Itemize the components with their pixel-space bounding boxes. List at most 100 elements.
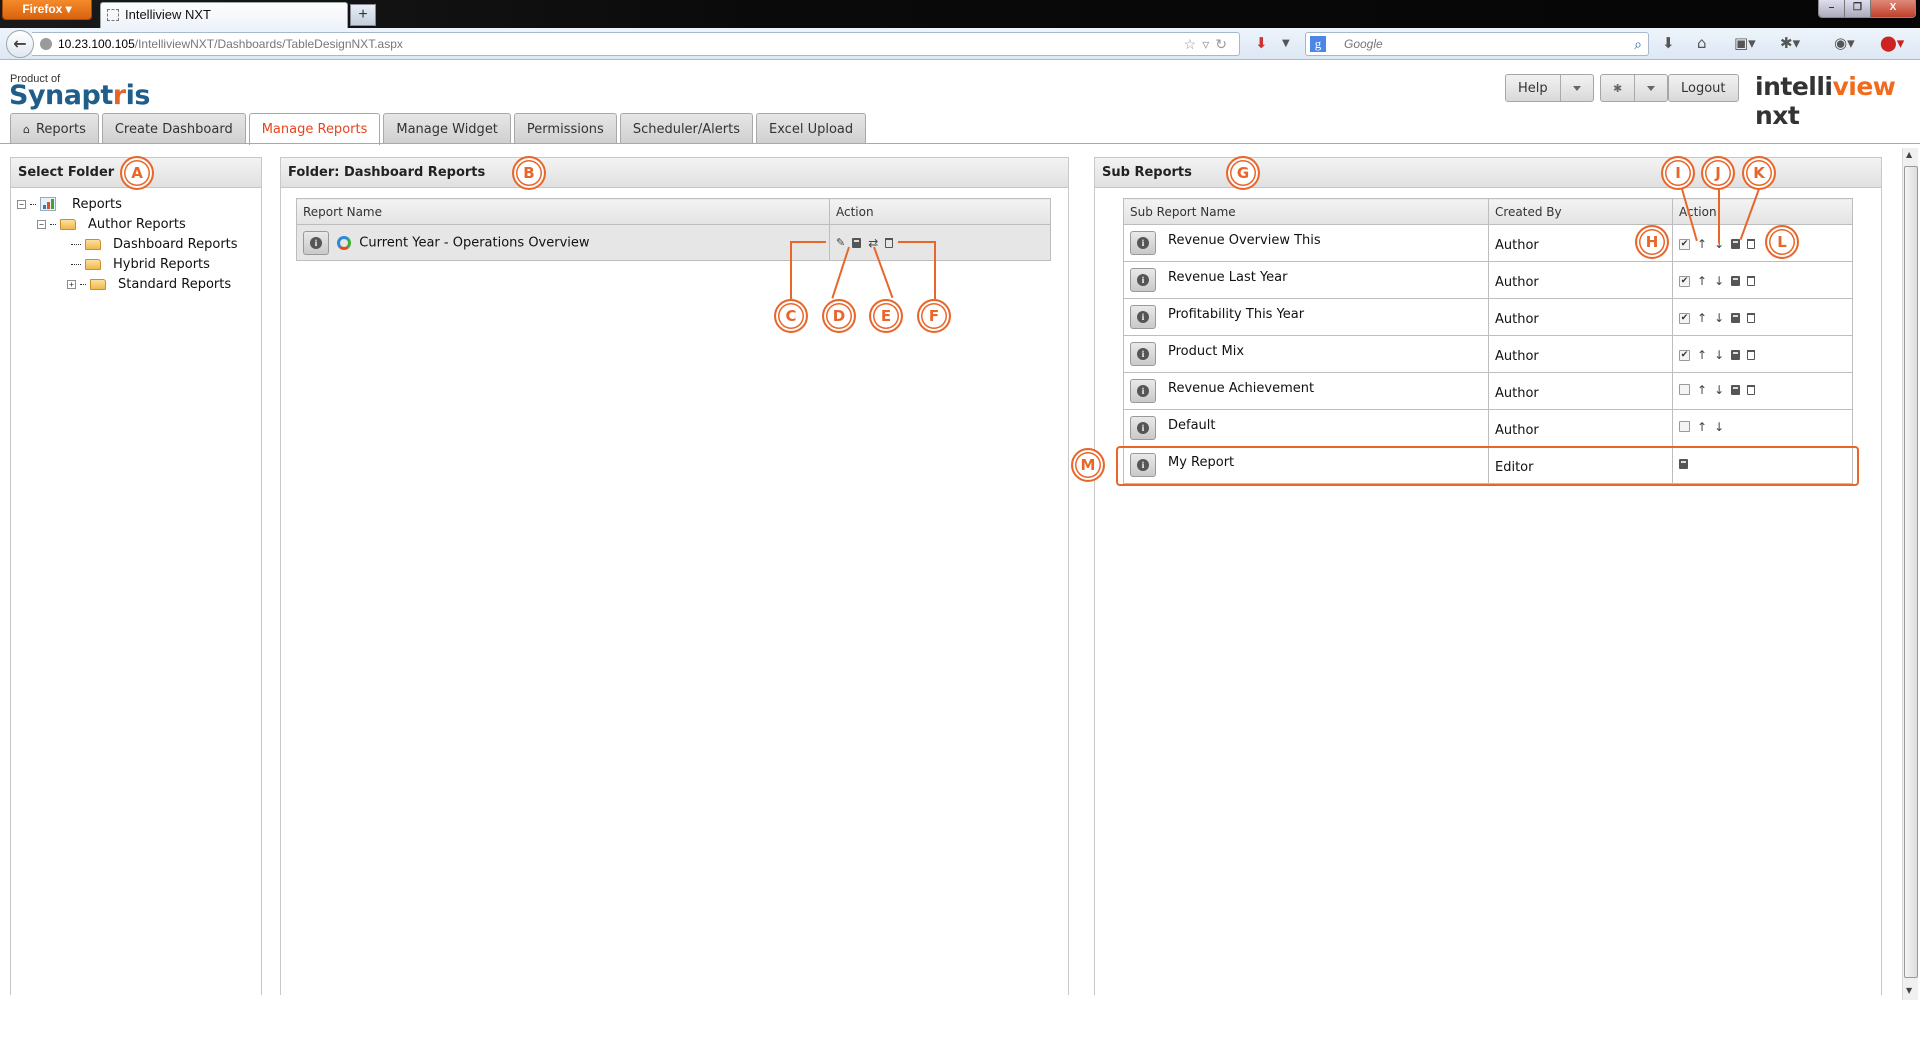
visible-checkbox[interactable]: ✔ [1679,349,1690,361]
move-down-icon[interactable]: ↓ [1714,311,1724,325]
edit-icon[interactable]: ✎ [836,236,845,249]
downloads-icon[interactable]: ⬇ [1662,34,1675,52]
visible-checkbox[interactable] [1679,421,1690,433]
save-icon[interactable] [1731,239,1741,250]
close-button[interactable]: X [1871,0,1915,17]
table-row[interactable]: i Profitability This Year Author ✔ ↑ ↓ [1123,298,1853,336]
tree-node-reports[interactable]: − Reports [17,194,261,214]
tab-manage-reports[interactable]: Manage Reports [248,113,381,145]
color-addon-icon[interactable]: ◉▾ [1834,34,1855,52]
move-up-icon[interactable]: ↑ [1697,237,1707,251]
visible-checkbox[interactable]: ✔ [1679,238,1690,250]
tree-label[interactable]: Author Reports [88,217,186,232]
info-button[interactable]: i [1130,416,1156,440]
minimize-button[interactable]: – [1819,0,1845,17]
move-up-icon[interactable]: ↑ [1697,348,1707,362]
move-up-icon[interactable]: ↑ [1697,311,1707,325]
help-dropdown-button[interactable] [1559,75,1593,101]
collapse-icon[interactable]: − [17,199,26,209]
expand-icon[interactable]: + [67,279,76,289]
info-button[interactable]: i [1130,268,1156,292]
tree-label[interactable]: Hybrid Reports [113,257,210,272]
sub-report-name[interactable]: Default [1168,418,1216,433]
delete-icon[interactable] [1747,313,1756,324]
settings-button[interactable]: ✱ [1601,75,1634,101]
settings-dropdown-button[interactable] [1634,75,1667,101]
info-button[interactable]: i [1130,379,1156,403]
tab-create-dashboard[interactable]: Create Dashboard [101,113,246,144]
scroll-up-icon[interactable]: ▲ [1906,150,1912,159]
tab-permissions[interactable]: Permissions [513,113,617,144]
adblock-icon[interactable]: ⬤▾ [1880,34,1904,52]
visible-checkbox[interactable] [1679,384,1690,396]
save-icon[interactable] [1731,384,1741,395]
table-row[interactable]: i Revenue Last Year Author ✔ ↑ ↓ [1123,261,1853,299]
page-scrollbar[interactable]: ▲ ▼ [1902,148,1918,1000]
sub-report-name[interactable]: Revenue Achievement [1168,381,1314,396]
bookmarks-icon[interactable]: ▣▾ [1734,34,1756,52]
restore-button[interactable]: ❐ [1845,0,1871,17]
report-name[interactable]: Current Year - Operations Overview [359,235,589,250]
scrollbar-thumb[interactable] [1904,166,1918,978]
tree-node-standard-reports[interactable]: + Standard Reports [17,274,261,294]
tab-scheduler-alerts[interactable]: Scheduler/Alerts [619,113,753,144]
table-row[interactable]: i Current Year - Operations Overview ✎ ⇄ [296,224,1051,261]
delete-icon[interactable] [1747,276,1756,287]
tab-reports[interactable]: ⌂ Reports [10,113,99,144]
dropdown-caret-icon[interactable]: ▼ [1282,38,1290,49]
info-button[interactable]: i [1130,231,1156,255]
tree-label[interactable]: Standard Reports [118,277,231,292]
info-button[interactable]: i [1130,342,1156,366]
move-down-icon[interactable]: ↓ [1714,420,1724,434]
logout-button[interactable]: Logout [1669,75,1738,101]
delete-icon[interactable] [1747,239,1756,250]
sub-report-name[interactable]: Revenue Last Year [1168,270,1287,285]
search-icon[interactable]: ⌕ [1634,33,1642,55]
tab-excel-upload[interactable]: Excel Upload [756,113,867,144]
table-row[interactable]: i Product Mix Author ✔ ↑ ↓ [1123,335,1853,373]
save-icon[interactable] [1731,313,1741,324]
move-down-icon[interactable]: ↓ [1714,348,1724,362]
move-up-icon[interactable]: ↑ [1697,420,1707,434]
tree-label[interactable]: Reports [72,197,122,212]
tree-node-author-reports[interactable]: − Author Reports [17,214,261,234]
reload-icon[interactable]: ↻ [1215,36,1233,52]
tab-manage-widget[interactable]: Manage Widget [383,113,511,144]
home-icon[interactable]: ⌂ [1697,34,1707,52]
table-row[interactable]: i Default Author ↑ ↓ [1123,409,1853,447]
addon-icon[interactable]: ✱▾ [1780,34,1800,52]
sub-report-name[interactable]: Profitability This Year [1168,307,1304,322]
bookmark-star-icon[interactable]: ☆ [1184,36,1203,52]
back-button[interactable]: ← [6,30,34,58]
delete-icon[interactable] [885,237,894,248]
firefox-menu-button[interactable]: Firefox ▾ [2,0,92,20]
sub-report-name[interactable]: Product Mix [1168,344,1244,359]
move-up-icon[interactable]: ↑ [1697,383,1707,397]
tree-node-dashboard-reports[interactable]: Dashboard Reports [17,234,261,254]
search-bar[interactable]: g Google ⌕ [1305,32,1649,56]
move-down-icon[interactable]: ↓ [1714,383,1724,397]
collapse-icon[interactable]: − [37,219,46,229]
info-button[interactable]: i [303,230,329,255]
help-button[interactable]: Help [1506,75,1560,101]
save-icon[interactable] [852,237,862,248]
history-dropdown-icon[interactable]: ▿ [1202,36,1215,52]
table-row[interactable]: i Revenue Achievement Author ↑ ↓ [1123,372,1853,410]
info-button[interactable]: i [1130,305,1156,329]
tree-node-hybrid-reports[interactable]: Hybrid Reports [17,254,261,274]
url-bar[interactable]: 10.23.100.105/IntelliviewNXT/Dashboards/… [32,32,1240,56]
visible-checkbox[interactable]: ✔ [1679,312,1690,324]
delete-icon[interactable] [1747,350,1756,361]
tree-label[interactable]: Dashboard Reports [113,237,238,252]
new-tab-button[interactable]: + [350,4,376,26]
scroll-down-icon[interactable]: ▼ [1906,986,1912,995]
save-icon[interactable] [1731,276,1741,287]
delete-icon[interactable] [1747,384,1756,395]
visible-checkbox[interactable]: ✔ [1679,275,1690,287]
move-up-icon[interactable]: ↑ [1697,274,1707,288]
addon-download-icon[interactable]: ⬇ [1255,34,1268,52]
sub-report-name[interactable]: Revenue Overview This [1168,233,1321,248]
browser-tab[interactable]: Intelliview NXT [100,2,348,28]
move-down-icon[interactable]: ↓ [1714,274,1724,288]
save-icon[interactable] [1731,350,1741,361]
